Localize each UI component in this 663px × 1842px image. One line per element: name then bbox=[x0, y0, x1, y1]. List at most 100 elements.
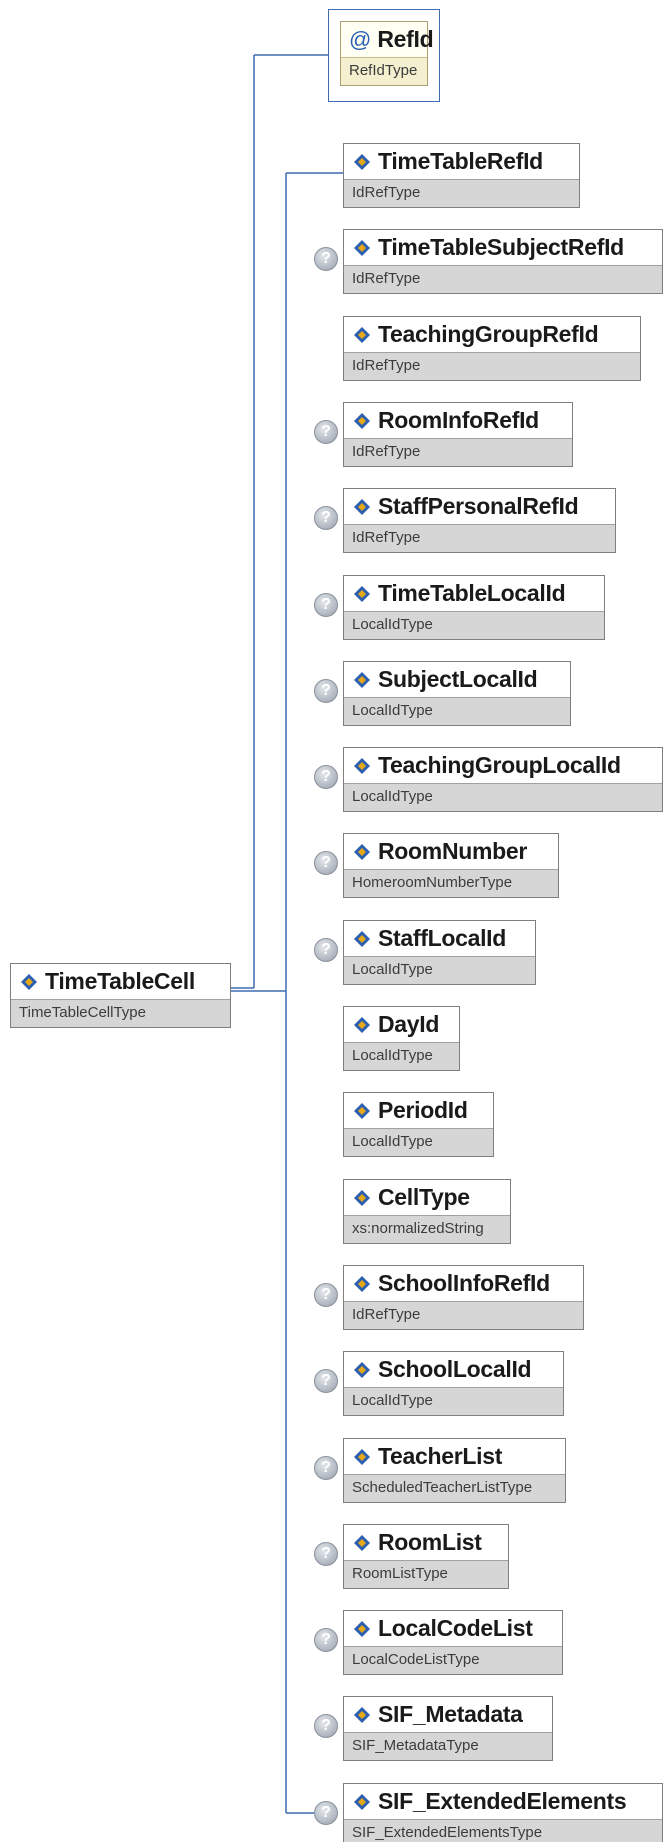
element-type: ScheduledTeacherListType bbox=[344, 1474, 565, 1502]
element-type: RoomListType bbox=[344, 1560, 508, 1588]
element-name: SchoolInfoRefId bbox=[378, 1270, 550, 1296]
element-name: SIF_Metadata bbox=[378, 1701, 523, 1727]
element-name: TeachingGroupLocalId bbox=[378, 752, 621, 778]
element-periodid[interactable]: PeriodId LocalIdType bbox=[343, 1092, 494, 1157]
element-type: SIF_ExtendedElementsType bbox=[344, 1819, 662, 1842]
element-localcodelist[interactable]: LocalCodeList LocalCodeListType bbox=[343, 1610, 563, 1675]
element-name: DayId bbox=[378, 1011, 440, 1037]
element-diamond-icon bbox=[354, 1275, 370, 1292]
optional-question-icon: ? bbox=[314, 1542, 338, 1566]
element-diamond-icon bbox=[354, 1534, 370, 1551]
optional-question-icon: ? bbox=[314, 506, 338, 530]
element-diamond-icon bbox=[354, 1016, 370, 1033]
element-name: LocalCodeList bbox=[378, 1615, 533, 1641]
element-diamond-icon bbox=[354, 1448, 370, 1465]
root-element-type: TimeTableCellType bbox=[11, 999, 230, 1027]
element-diamond-icon bbox=[354, 843, 370, 860]
element-diamond-icon bbox=[354, 239, 370, 256]
root-element-timetablecell[interactable]: TimeTableCell TimeTableCellType bbox=[10, 963, 231, 1028]
element-diamond-icon bbox=[354, 1793, 370, 1810]
element-teacherlist[interactable]: TeacherList ScheduledTeacherListType bbox=[343, 1438, 566, 1503]
element-diamond-icon bbox=[354, 757, 370, 774]
element-name: RoomInfoRefId bbox=[378, 407, 539, 433]
element-schoolinforefid[interactable]: SchoolInfoRefId IdRefType bbox=[343, 1265, 584, 1330]
attribute-type: RefIdType bbox=[341, 57, 427, 85]
element-staffpersonalrefid[interactable]: StaffPersonalRefId IdRefType bbox=[343, 488, 616, 553]
element-type: IdRefType bbox=[344, 438, 572, 466]
optional-question-icon: ? bbox=[314, 1628, 338, 1652]
element-celltype[interactable]: CellType xs:normalizedString bbox=[343, 1179, 511, 1244]
element-name: RoomNumber bbox=[378, 838, 528, 864]
element-diamond-icon bbox=[354, 153, 370, 170]
element-name: StaffPersonalRefId bbox=[378, 493, 579, 519]
element-type: SIF_MetadataType bbox=[344, 1732, 552, 1760]
element-sif-extendedelements[interactable]: SIF_ExtendedElements SIF_ExtendedElements… bbox=[343, 1783, 663, 1842]
element-type: IdRefType bbox=[344, 265, 662, 293]
element-schoollocalid[interactable]: SchoolLocalId LocalIdType bbox=[343, 1351, 564, 1416]
element-dayid[interactable]: DayId LocalIdType bbox=[343, 1006, 460, 1071]
optional-question-icon: ? bbox=[314, 765, 338, 789]
element-diamond-icon bbox=[354, 930, 370, 947]
element-diamond-icon bbox=[354, 412, 370, 429]
optional-question-icon: ? bbox=[314, 593, 338, 617]
element-teachinggrouplocalid[interactable]: TeachingGroupLocalId LocalIdType bbox=[343, 747, 663, 812]
element-diamond-icon bbox=[354, 1620, 370, 1637]
element-type: IdRefType bbox=[344, 352, 640, 380]
element-name: CellType bbox=[378, 1184, 470, 1210]
element-diamond-icon bbox=[354, 671, 370, 688]
attribute-group: @ RefId RefIdType bbox=[328, 9, 440, 102]
optional-question-icon: ? bbox=[314, 420, 338, 444]
element-type: LocalIdType bbox=[344, 611, 604, 639]
element-type: xs:normalizedString bbox=[344, 1215, 510, 1243]
element-type: HomeroomNumberType bbox=[344, 869, 558, 897]
element-timetablelocalid[interactable]: TimeTableLocalId LocalIdType bbox=[343, 575, 605, 640]
element-name: TimeTableLocalId bbox=[378, 580, 566, 606]
element-type: LocalIdType bbox=[344, 1128, 493, 1156]
schema-diagram: TimeTableCell TimeTableCellType @ RefId … bbox=[0, 0, 663, 1842]
element-diamond-icon bbox=[354, 1189, 370, 1206]
element-name: SIF_ExtendedElements bbox=[378, 1788, 627, 1814]
optional-question-icon: ? bbox=[314, 1283, 338, 1307]
optional-question-icon: ? bbox=[314, 1456, 338, 1480]
element-diamond-icon bbox=[354, 1102, 370, 1119]
optional-question-icon: ? bbox=[314, 1714, 338, 1738]
element-type: LocalIdType bbox=[344, 783, 662, 811]
element-type: LocalIdType bbox=[344, 956, 535, 984]
element-diamond-icon bbox=[354, 498, 370, 515]
element-diamond-icon bbox=[354, 1361, 370, 1378]
attribute-refid[interactable]: @ RefId RefIdType bbox=[340, 21, 434, 86]
element-diamond-icon bbox=[21, 973, 37, 990]
attribute-name: RefId bbox=[377, 26, 434, 52]
element-type: LocalIdType bbox=[344, 1042, 459, 1070]
element-name: StaffLocalId bbox=[378, 925, 507, 951]
element-timetablerefid[interactable]: TimeTableRefId IdRefType bbox=[343, 143, 580, 208]
element-stafflocalid[interactable]: StaffLocalId LocalIdType bbox=[343, 920, 536, 985]
element-type: LocalCodeListType bbox=[344, 1646, 562, 1674]
element-type: IdRefType bbox=[344, 1301, 583, 1329]
element-roomnumber[interactable]: RoomNumber HomeroomNumberType bbox=[343, 833, 559, 898]
element-type: LocalIdType bbox=[344, 697, 570, 725]
element-roominforefid[interactable]: RoomInfoRefId IdRefType bbox=[343, 402, 573, 467]
element-name: TeacherList bbox=[378, 1443, 503, 1469]
element-roomlist[interactable]: RoomList RoomListType bbox=[343, 1524, 509, 1589]
optional-question-icon: ? bbox=[314, 247, 338, 271]
element-type: IdRefType bbox=[344, 524, 615, 552]
element-name: TimeTableSubjectRefId bbox=[378, 234, 624, 260]
optional-question-icon: ? bbox=[314, 1369, 338, 1393]
element-teachinggrouprefid[interactable]: TeachingGroupRefId IdRefType bbox=[343, 316, 641, 381]
element-diamond-icon bbox=[354, 326, 370, 343]
element-diamond-icon bbox=[354, 585, 370, 602]
element-name: TimeTableRefId bbox=[378, 148, 543, 174]
element-type: IdRefType bbox=[344, 179, 579, 207]
element-timetablesubjectrefid[interactable]: TimeTableSubjectRefId IdRefType bbox=[343, 229, 663, 294]
element-name: SchoolLocalId bbox=[378, 1356, 532, 1382]
element-name: TeachingGroupRefId bbox=[378, 321, 599, 347]
at-sign-icon: @ bbox=[349, 26, 372, 52]
element-type: LocalIdType bbox=[344, 1387, 563, 1415]
optional-question-icon: ? bbox=[314, 851, 338, 875]
optional-question-icon: ? bbox=[314, 938, 338, 962]
element-diamond-icon bbox=[354, 1706, 370, 1723]
element-subjectlocalid[interactable]: SubjectLocalId LocalIdType bbox=[343, 661, 571, 726]
element-sif-metadata[interactable]: SIF_Metadata SIF_MetadataType bbox=[343, 1696, 553, 1761]
optional-question-icon: ? bbox=[314, 679, 338, 703]
